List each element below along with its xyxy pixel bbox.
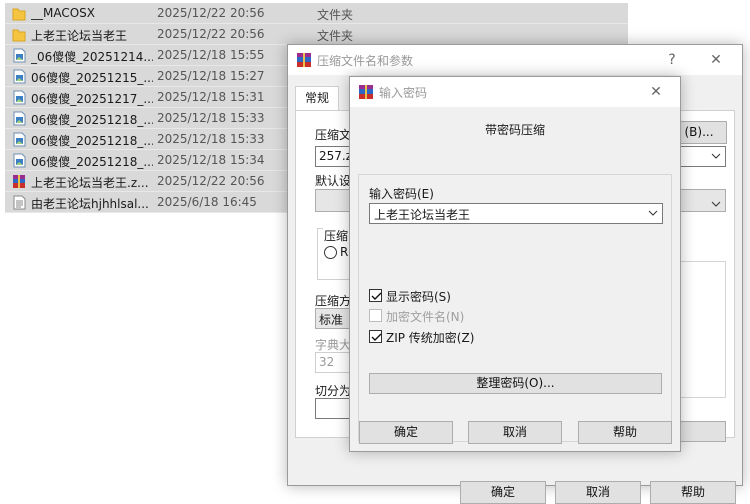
format-radio-label: R: [340, 245, 349, 259]
winrar-archive-icon: [12, 174, 26, 189]
enter-password-dialog: 输入密码 ✕ 带密码压缩 输入密码(E) 上老王论坛当老王 显示密码(S) 加密…: [349, 76, 681, 452]
format-group-label: 压缩: [323, 227, 350, 244]
help-button[interactable]: 帮助: [650, 481, 736, 504]
split-volume-label: 切分为: [315, 384, 352, 398]
file-name: 06傻傻_20251218_...: [31, 155, 153, 169]
organize-passwords-button[interactable]: 整理密码(O)...: [369, 373, 662, 394]
image-file-icon: [12, 90, 26, 105]
chevron-down-icon: [711, 150, 721, 164]
winrar-icon: [358, 84, 374, 100]
close-button[interactable]: ✕: [694, 45, 738, 75]
file-date: 2025/12/18 15:34: [157, 153, 265, 167]
encrypt-filenames-checkbox[interactable]: [369, 309, 382, 322]
cancel-button[interactable]: 取消: [555, 481, 641, 504]
zip-legacy-encryption-label: ZIP 传统加密(Z): [386, 331, 475, 345]
image-file-icon: [12, 48, 26, 63]
file-date: 2025/12/18 15:27: [157, 69, 265, 83]
file-name: 06傻傻_20251217_...: [31, 92, 153, 106]
file-name: 06傻傻_20251218_...: [31, 134, 153, 148]
file-name: __MACOSX: [31, 6, 96, 20]
password-value: 上老王论坛当老王: [374, 208, 471, 222]
folder-icon: [12, 6, 26, 21]
file-row[interactable]: 上老王论坛当老王 2025/12/22 20:56 文件夹: [5, 24, 628, 45]
help-title-button[interactable]: ?: [650, 45, 694, 75]
title-bar: 输入密码 ✕: [350, 77, 680, 107]
default-profile-label: 默认设: [315, 174, 352, 188]
checkmark-icon: [371, 333, 382, 341]
image-file-icon: [12, 69, 26, 84]
tab-general[interactable]: 常规: [295, 86, 340, 111]
file-date: 2025/12/18 15:31: [157, 90, 265, 104]
file-name: 上老王论坛当老王.z...: [31, 176, 149, 190]
winrar-icon: [296, 52, 312, 68]
show-password-label: 显示密码(S): [386, 290, 451, 304]
window-title: 压缩文件名和参数: [317, 54, 414, 68]
image-file-icon: [12, 132, 26, 147]
archive-name-label: 压缩文: [315, 128, 352, 142]
password-label: 输入密码(E): [369, 187, 434, 201]
ok-button[interactable]: 确定: [359, 421, 453, 444]
password-input[interactable]: 上老王论坛当老王: [369, 203, 663, 224]
image-file-icon: [12, 153, 26, 168]
title-bar: 压缩文件名和参数 ? ✕: [288, 45, 742, 75]
file-name: 06傻傻_20251215_...: [31, 71, 153, 85]
chevron-down-icon: [711, 195, 721, 216]
window-title: 输入密码: [379, 86, 428, 100]
file-row[interactable]: __MACOSX 2025/12/22 20:56 文件夹: [5, 3, 628, 24]
ok-button[interactable]: 确定: [460, 481, 546, 504]
file-date: 2025/12/22 20:56: [157, 27, 265, 41]
dictionary-size-label: 字典大: [315, 338, 352, 352]
file-date: 2025/12/22 20:56: [157, 6, 265, 20]
file-date: 2025/12/18 15:33: [157, 132, 265, 146]
file-date: 2025/12/22 20:56: [157, 174, 265, 188]
dictionary-size-value: 32: [319, 355, 335, 369]
file-name: _06傻傻_20251214...: [31, 50, 153, 64]
format-radio[interactable]: [324, 246, 337, 259]
checkmark-icon: [371, 292, 382, 300]
method-value: 标准: [319, 313, 344, 327]
file-name: 由老王论坛hjhhlsal...: [31, 197, 149, 211]
help-button[interactable]: 帮助: [578, 421, 672, 444]
zip-legacy-encryption-checkbox[interactable]: [369, 330, 382, 343]
file-date: 2025/6/18 16:45: [157, 195, 257, 209]
chevron-down-icon: [648, 207, 658, 221]
cancel-button[interactable]: 取消: [468, 421, 562, 444]
text-file-icon: [12, 195, 26, 210]
encrypt-filenames-label: 加密文件名(N): [386, 310, 465, 324]
file-name: 06傻傻_20251218_...: [31, 113, 153, 127]
close-button[interactable]: ✕: [634, 77, 678, 107]
dialog-heading: 带密码压缩: [484, 123, 545, 137]
password-panel: 输入密码(E) 上老王论坛当老王 显示密码(S) 加密文件名(N) ZIP 传统…: [358, 174, 672, 442]
file-type: 文件夹: [317, 8, 354, 22]
file-name: 上老王论坛当老王: [31, 29, 128, 43]
file-date: 2025/12/18 15:33: [157, 111, 265, 125]
method-label: 压缩方: [315, 294, 352, 308]
image-file-icon: [12, 111, 26, 126]
folder-icon: [12, 27, 26, 42]
show-password-checkbox[interactable]: [369, 289, 382, 302]
file-type: 文件夹: [317, 29, 354, 43]
file-date: 2025/12/18 15:55: [157, 48, 265, 62]
